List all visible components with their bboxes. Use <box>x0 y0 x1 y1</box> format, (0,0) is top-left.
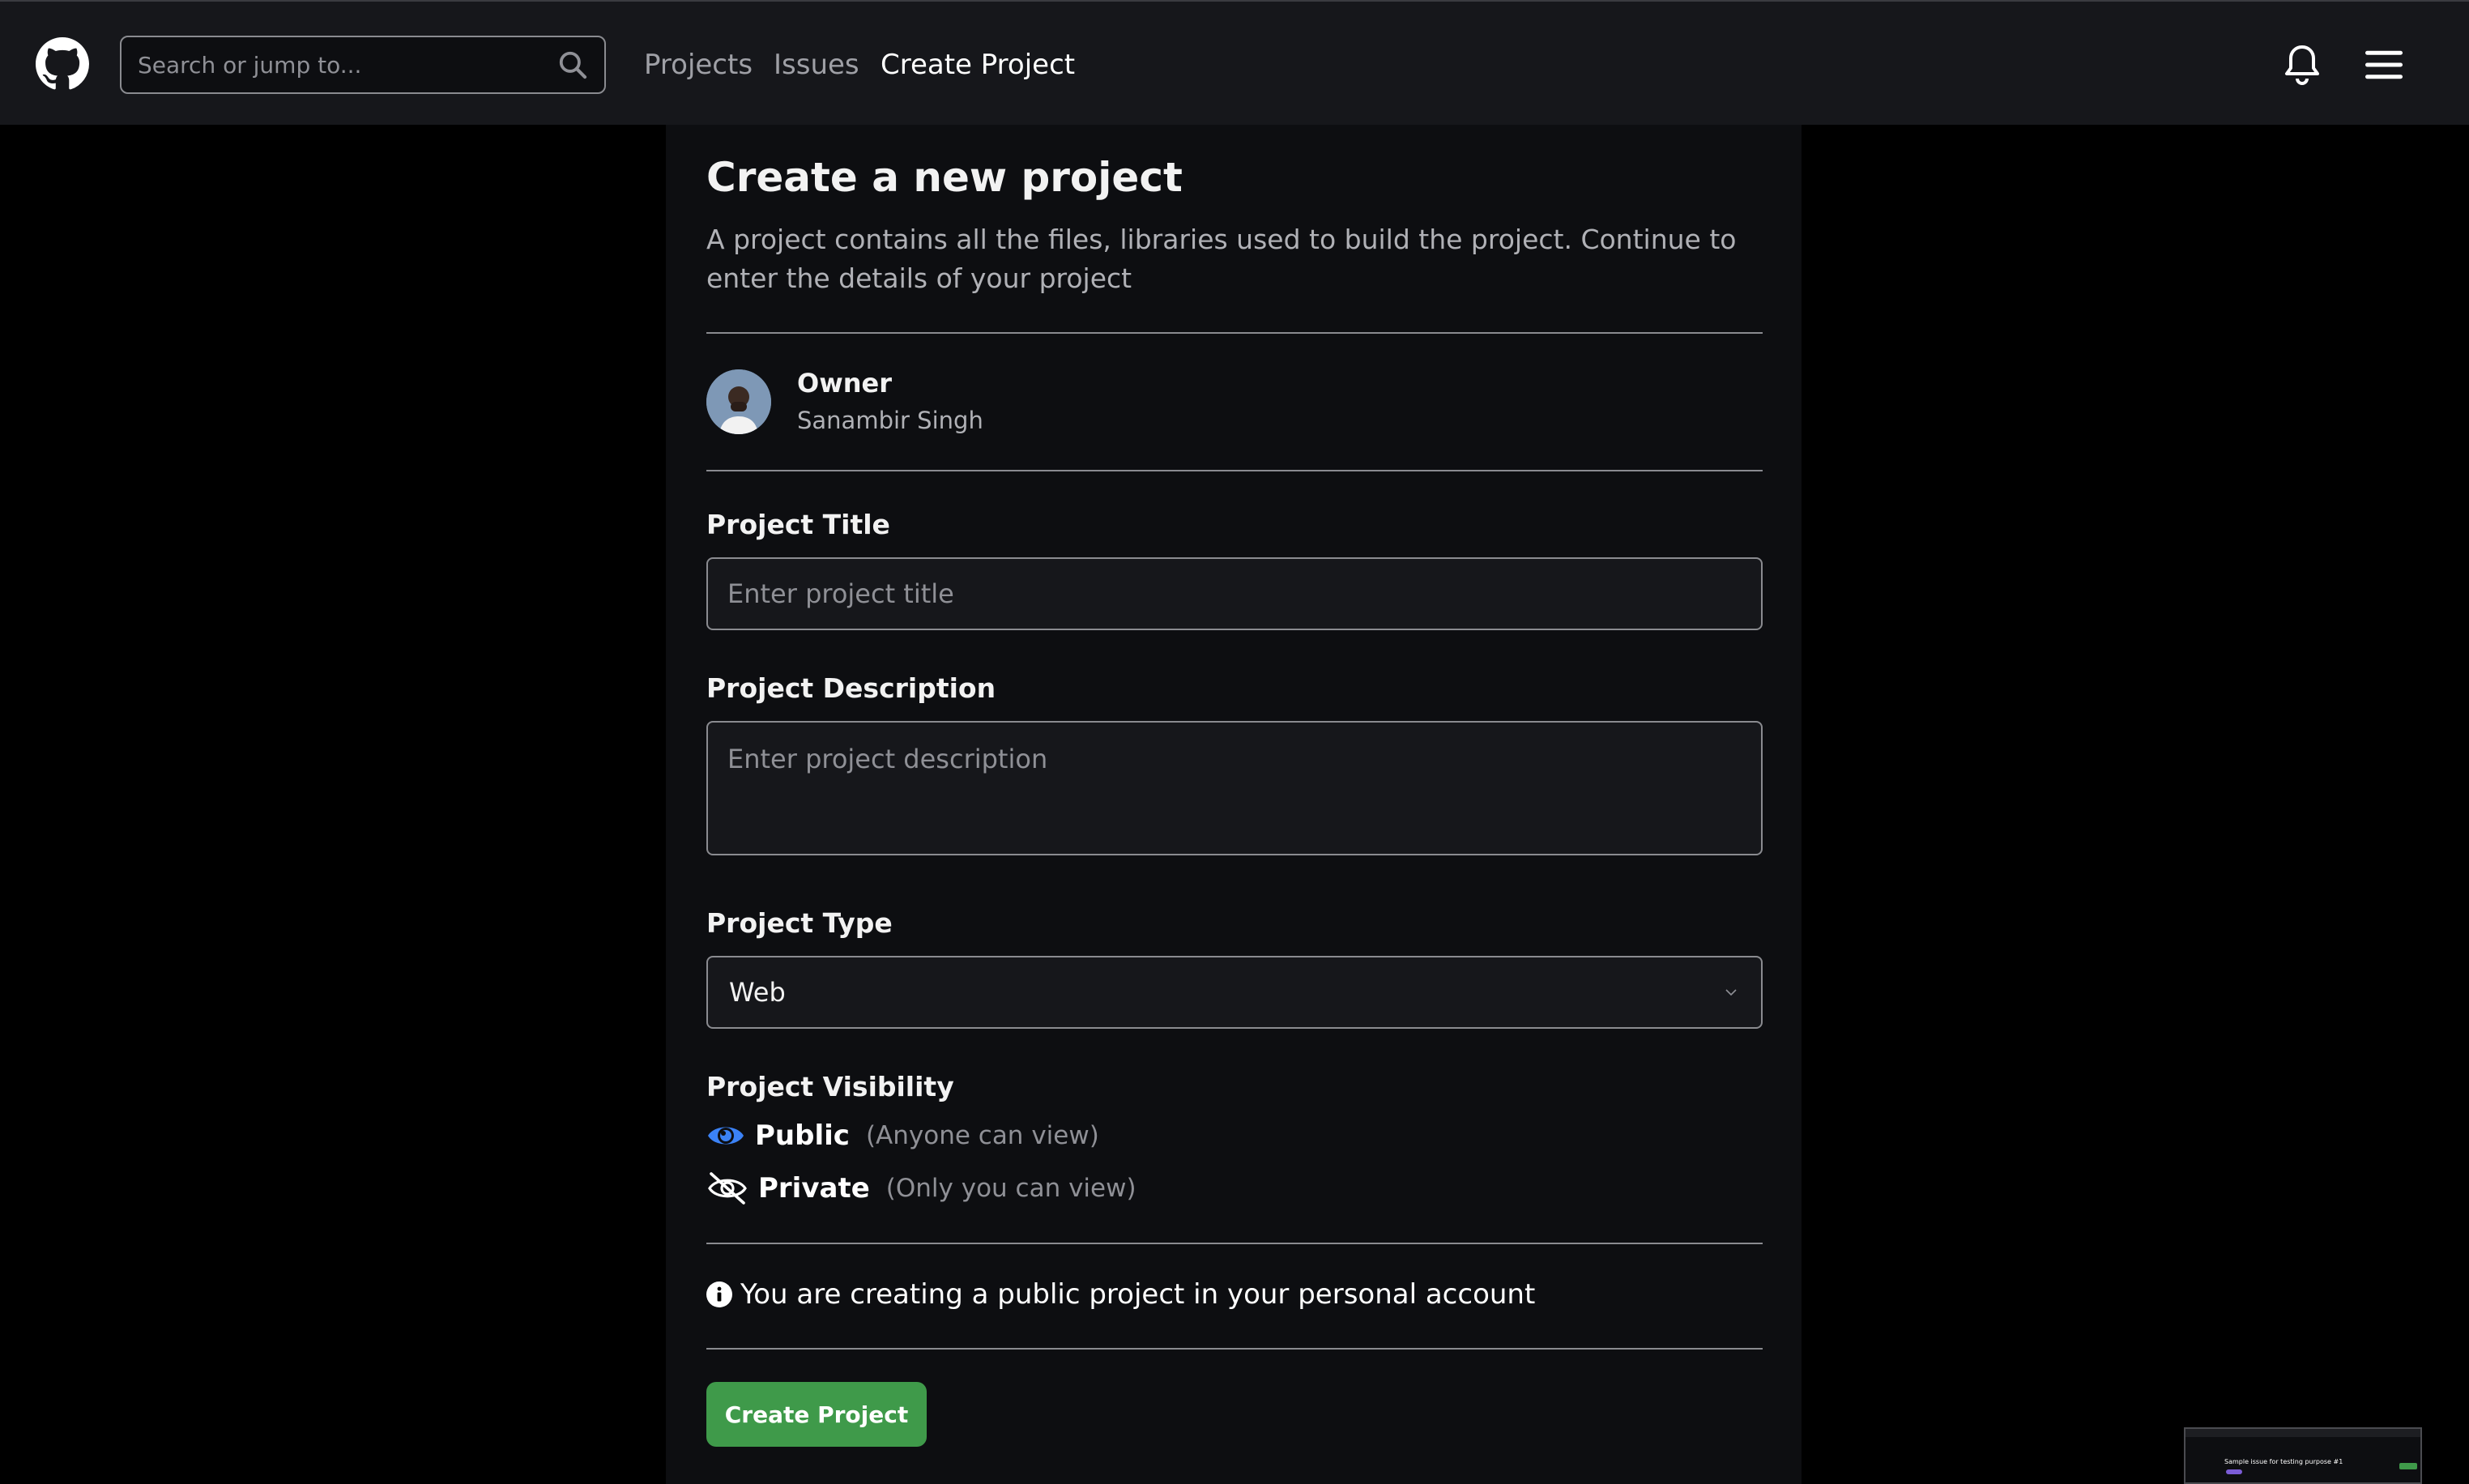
visibility-public-hint: (Anyone can view) <box>865 1121 1099 1150</box>
project-type-select[interactable]: Web <box>706 956 1763 1029</box>
search-placeholder: Search or jump to... <box>138 51 362 79</box>
project-type-value: Web <box>729 977 786 1008</box>
visibility-public-label: Public <box>755 1119 850 1152</box>
divider <box>706 1243 1763 1244</box>
hamburger-menu-icon[interactable] <box>2365 49 2403 81</box>
project-title-label: Project Title <box>706 509 890 540</box>
owner-name: Sanambir Singh <box>797 407 983 434</box>
divider <box>706 1348 1763 1350</box>
nav-link-projects[interactable]: Projects <box>644 45 753 84</box>
page-description: A project contains all the files, librar… <box>706 224 1737 294</box>
info-message: You are creating a public project in you… <box>706 1278 1535 1311</box>
thumbnail-titlebar <box>2185 1429 2420 1437</box>
create-project-button[interactable]: Create Project <box>706 1382 927 1447</box>
nav-link-issues[interactable]: Issues <box>774 45 859 84</box>
github-logo-icon[interactable] <box>36 37 89 91</box>
thumbnail-text: Sample issue for testing purpose #1 <box>2224 1458 2343 1465</box>
avatar <box>706 369 771 434</box>
visibility-option-public[interactable]: Public (Anyone can view) <box>706 1119 1099 1152</box>
bell-icon[interactable] <box>2283 44 2322 86</box>
nav-link-create-project[interactable]: Create Project <box>881 45 1075 84</box>
owner-label: Owner <box>797 368 893 399</box>
visibility-private-label: Private <box>758 1172 870 1205</box>
project-type-label: Project Type <box>706 907 893 939</box>
chevron-down-icon <box>1725 989 1737 996</box>
window-thumbnail-preview[interactable]: Sample issue for testing purpose #1 <box>2184 1427 2422 1484</box>
project-title-input[interactable] <box>706 557 1763 630</box>
search-input[interactable]: Search or jump to... <box>120 36 606 94</box>
top-navbar: Search or jump to... Projects Issues Cre… <box>0 0 2469 125</box>
project-description-label: Project Description <box>706 672 996 704</box>
eye-icon <box>708 1127 744 1145</box>
project-description-input[interactable] <box>706 721 1763 855</box>
thumbnail-badge <box>2226 1469 2242 1474</box>
thumbnail-button <box>2399 1463 2417 1469</box>
divider <box>706 332 1763 334</box>
user-avatar-icon <box>706 369 771 434</box>
page-title: Create a new project <box>706 154 1183 201</box>
visibility-option-private[interactable]: Private (Only you can view) <box>706 1171 1136 1205</box>
visibility-private-hint: (Only you can view) <box>885 1174 1136 1203</box>
eye-slash-icon <box>708 1172 747 1205</box>
divider <box>706 470 1763 471</box>
info-icon <box>706 1281 732 1307</box>
info-text: You are creating a public project in you… <box>740 1278 1536 1311</box>
search-icon <box>559 51 587 79</box>
project-visibility-label: Project Visibility <box>706 1071 954 1102</box>
